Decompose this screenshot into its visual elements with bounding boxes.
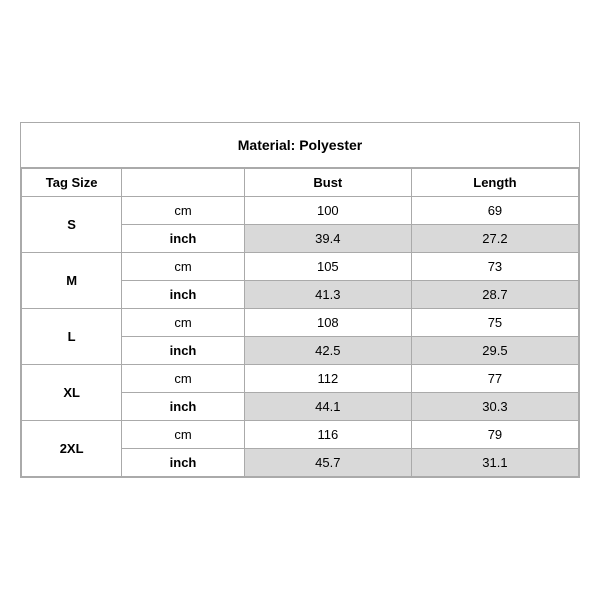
bust-cm: 100 [244,197,411,225]
bust-inch: 45.7 [244,449,411,477]
chart-title: Material: Polyester [21,123,579,168]
size-label: L [22,309,122,365]
size-label: 2XL [22,421,122,477]
unit-cm: cm [122,197,245,225]
bust-inch: 42.5 [244,337,411,365]
length-cm: 75 [411,309,578,337]
length-cm: 77 [411,365,578,393]
bust-cm: 112 [244,365,411,393]
table-row: 2XLcm11679 [22,421,579,449]
size-chart-container: Material: Polyester Tag Size Bust Length… [20,122,580,478]
table-header-row: Tag Size Bust Length [22,169,579,197]
bust-inch: 41.3 [244,281,411,309]
table-row: Scm10069 [22,197,579,225]
col-header-tag-size: Tag Size [22,169,122,197]
length-inch: 29.5 [411,337,578,365]
bust-inch: 39.4 [244,225,411,253]
size-table: Tag Size Bust Length Scm10069inch39.427.… [21,168,579,477]
unit-inch: inch [122,225,245,253]
bust-cm: 116 [244,421,411,449]
size-label: XL [22,365,122,421]
length-cm: 79 [411,421,578,449]
unit-inch: inch [122,449,245,477]
unit-cm: cm [122,253,245,281]
unit-inch: inch [122,393,245,421]
table-row: XLcm11277 [22,365,579,393]
length-cm: 69 [411,197,578,225]
bust-inch: 44.1 [244,393,411,421]
length-inch: 31.1 [411,449,578,477]
length-inch: 27.2 [411,225,578,253]
length-inch: 28.7 [411,281,578,309]
length-cm: 73 [411,253,578,281]
unit-cm: cm [122,309,245,337]
unit-inch: inch [122,337,245,365]
bust-cm: 105 [244,253,411,281]
length-inch: 30.3 [411,393,578,421]
size-label: S [22,197,122,253]
unit-inch: inch [122,281,245,309]
col-header-bust: Bust [244,169,411,197]
unit-cm: cm [122,421,245,449]
table-row: Lcm10875 [22,309,579,337]
table-row: Mcm10573 [22,253,579,281]
col-header-length: Length [411,169,578,197]
size-label: M [22,253,122,309]
unit-cm: cm [122,365,245,393]
bust-cm: 108 [244,309,411,337]
col-header-unit [122,169,245,197]
